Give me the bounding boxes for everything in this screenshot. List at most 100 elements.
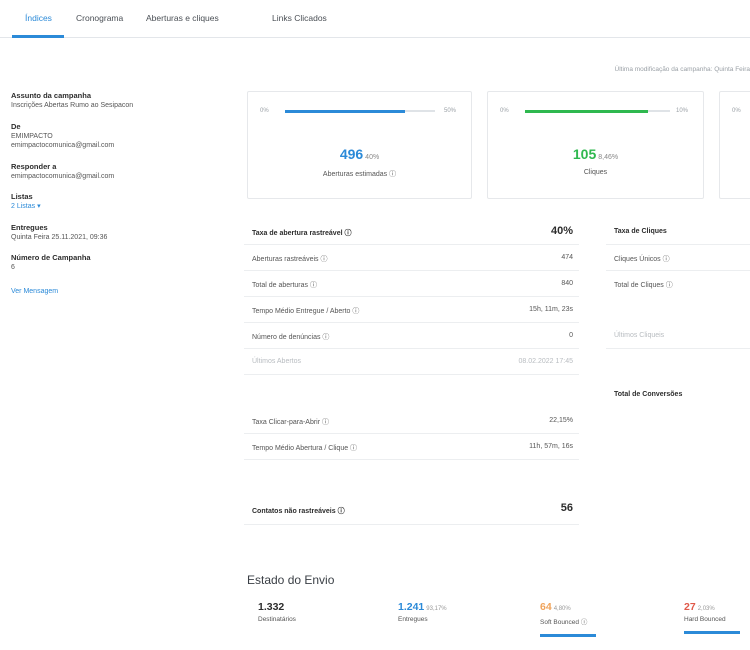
- hard-bounced-link-bar[interactable]: [684, 631, 740, 634]
- ctor-label: Taxa Clicar-para-Abrir ⓘ: [252, 419, 330, 426]
- hard-bounced-count: 27 2,03%: [684, 601, 740, 613]
- reply-to-email: emimpactocomunica@gmail.com: [11, 172, 115, 180]
- untrackable-contacts-value: 56: [560, 502, 573, 514]
- untrackable-contacts-label: Contatos não rastreáveis ⓘ: [252, 508, 345, 515]
- opens-progress-fill: [285, 109, 405, 113]
- open-rate-label: Taxa de abertura rastreável ⓘ: [252, 230, 352, 237]
- conversions-row: Total de Conversões: [606, 382, 750, 408]
- open-rate-row: Taxa de abertura rastreável ⓘ 40%: [244, 219, 579, 245]
- reply-to-label: Responder a: [11, 161, 57, 171]
- total-opens-label: Total de aberturas ⓘ: [252, 282, 317, 289]
- third-metric-card: 0%: [719, 91, 750, 199]
- unique-clicks-label: Cliques Únicos ⓘ: [614, 256, 670, 263]
- view-message-group: Ver Mensagem: [11, 287, 211, 297]
- from-email: emimpactocomunica@gmail.com: [11, 142, 115, 149]
- clicks-bar-max: 10%: [676, 108, 689, 114]
- opens-metric: 496 40%: [248, 146, 471, 162]
- clicks-metric: 105 8,46%: [488, 146, 703, 162]
- clicks-progress-track: [525, 109, 670, 113]
- complaints-value: 0: [569, 332, 573, 339]
- subject-label: Assunto da campanha: [11, 91, 92, 100]
- delivered-percent: 93,17%: [426, 606, 447, 612]
- soft-bounced-stat: 64 4,80% Soft Bounced ⓘ: [540, 601, 596, 637]
- last-clicks-label: Últimos Cliqueis: [614, 332, 665, 339]
- click-rate-label: Taxa de Cliques: [614, 228, 667, 235]
- from-name: EMIMPACTO: [11, 132, 53, 140]
- campaign-details-sidebar: Assunto da campanha Inscrições Abertas R…: [11, 91, 211, 307]
- trackable-opens-value: 474: [561, 254, 573, 261]
- opens-bar-max: 50%: [444, 108, 457, 114]
- total-conversions-label: Total de Conversões: [614, 391, 683, 398]
- hard-bounced-value: 27: [684, 601, 696, 613]
- active-tab-indicator: [12, 35, 64, 38]
- recipients-count: 1.332: [258, 601, 296, 613]
- total-opens-value: 840: [561, 280, 573, 287]
- hard-bounced-label: Hard Bounced: [684, 616, 726, 623]
- opens-progress-track: [285, 109, 435, 113]
- delivered-stat: 1.241 93,17% Entregues: [398, 601, 447, 623]
- last-modified-note: Última modificação da campanha: Quinta F…: [614, 66, 750, 73]
- soft-bounced-link-bar[interactable]: [540, 634, 596, 637]
- clicks-progress-fill: [525, 109, 649, 113]
- delivered-date: Quinta Feira 25.11.2021, 09:36: [11, 233, 108, 241]
- opens-card: 0% 50% 496 40% Aberturas estimadas ⓘ: [247, 91, 472, 199]
- table-row: Últimos Abertos 08.02.2022 17:45: [244, 349, 579, 375]
- tab-bar: Índices Cronograma Aberturas e cliques L…: [0, 0, 750, 38]
- table-row: Cliques Únicos ⓘ: [606, 245, 750, 271]
- recipients-stat: 1.332 Destinatários: [258, 601, 296, 623]
- last-opened-label: Últimos Abertos: [252, 358, 302, 365]
- tab-cronograma[interactable]: Cronograma: [76, 13, 123, 23]
- hard-bounced-percent: 2,03%: [697, 606, 715, 612]
- table-row: Total de Cliques ⓘ: [606, 271, 750, 297]
- table-row: Tempo Médio Entregue / Aberto ⓘ 15h, 11m…: [244, 297, 579, 323]
- clicks-count: 105: [572, 146, 597, 162]
- table-row: Taxa Clicar-para-Abrir ⓘ 22,15%: [244, 408, 579, 434]
- recipients-label: Destinatários: [258, 616, 296, 623]
- delivery-status-title: Estado do Envio: [247, 573, 335, 587]
- table-row: Últimos Cliqueis: [606, 323, 750, 349]
- table-row: Total de aberturas ⓘ 840: [244, 271, 579, 297]
- lists-dropdown-link[interactable]: 2 Listas ▾: [11, 202, 211, 212]
- subject-group: Assunto da campanha Inscrições Abertas R…: [11, 91, 211, 111]
- tab-aberturas-cliques[interactable]: Aberturas e cliques: [146, 13, 219, 23]
- soft-bounced-percent: 4,80%: [553, 606, 571, 612]
- clicks-percent: 8,46%: [598, 154, 619, 161]
- untrackable-contacts-row: Contatos não rastreáveis ⓘ 56: [244, 495, 579, 525]
- lists-group: Listas 2 Listas ▾: [11, 192, 211, 212]
- total-clicks-label: Total de Cliques ⓘ: [614, 282, 673, 289]
- soft-bounced-value: 64: [540, 601, 552, 613]
- avg-open-click-value: 11h, 57m, 16s: [529, 443, 573, 450]
- tab-links-clicados[interactable]: Links Clicados: [272, 13, 327, 23]
- clicks-card: 0% 10% 105 8,46% Cliques: [487, 91, 704, 199]
- table-row: Aberturas rastreáveis ⓘ 474: [244, 245, 579, 271]
- tab-indices[interactable]: Índices: [25, 13, 52, 23]
- avg-time-open-label: Tempo Médio Entregue / Aberto ⓘ: [252, 308, 360, 315]
- trackable-opens-label: Aberturas rastreáveis ⓘ: [252, 256, 328, 263]
- hard-bounced-stat: 27 2,03% Hard Bounced: [684, 601, 740, 634]
- table-row: Tempo Médio Abertura / Clique ⓘ 11h, 57m…: [244, 434, 579, 460]
- campaign-number-group: Número de Campanha 6: [11, 253, 211, 273]
- view-message-link[interactable]: Ver Mensagem: [11, 287, 211, 297]
- from-label: De: [11, 121, 21, 131]
- delivered-count: 1.241 93,17%: [398, 601, 447, 613]
- from-group: De EMIMPACTO emimpactocomunica@gmail.com: [11, 122, 211, 151]
- subject-value: Inscrições Abertas Rumo ao Sesipacon: [11, 102, 134, 109]
- clicks-bar-min: 0%: [500, 108, 509, 114]
- delivered-label: Entregues: [11, 222, 48, 232]
- complaints-label: Número de denúncias ⓘ: [252, 334, 330, 341]
- campaign-number-value: 6: [11, 264, 15, 271]
- avg-open-click-label: Tempo Médio Abertura / Clique ⓘ: [252, 445, 358, 452]
- recipients-value: 1.332: [258, 601, 285, 613]
- clicks-caption: Cliques: [583, 169, 608, 176]
- open-rate-value: 40%: [550, 225, 573, 237]
- opens-caption: Aberturas estimadas ⓘ: [322, 171, 397, 178]
- delivered-group: Entregues Quinta Feira 25.11.2021, 09:36: [11, 223, 211, 243]
- lists-label: Listas: [11, 192, 33, 201]
- soft-bounced-label: Soft Bounced ⓘ: [540, 619, 588, 626]
- opens-bar-min: 0%: [260, 108, 269, 114]
- third-bar-min: 0%: [732, 108, 741, 114]
- table-row: Número de denúncias ⓘ 0: [244, 323, 579, 349]
- delivered-value: 1.241: [398, 601, 425, 613]
- last-opened-value: 08.02.2022 17:45: [518, 358, 574, 365]
- delivered-label: Entregues: [398, 616, 428, 623]
